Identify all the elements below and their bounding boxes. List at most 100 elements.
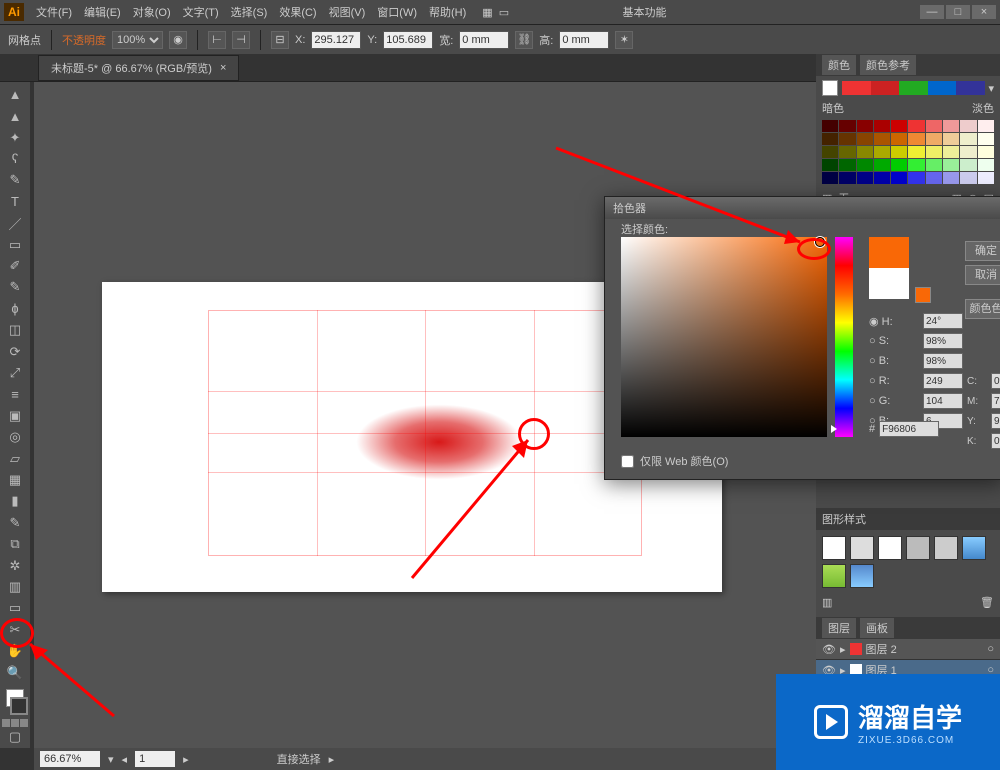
cancel-button[interactable]: 取消: [965, 265, 1000, 285]
menu-effect[interactable]: 效果(C): [273, 4, 322, 20]
styles-lib-icon[interactable]: ▥: [822, 597, 832, 609]
close-button[interactable]: ×: [972, 5, 996, 19]
maximize-button[interactable]: □: [946, 5, 970, 19]
r-input[interactable]: [923, 373, 963, 389]
status-dropdown-icon[interactable]: ▸: [329, 753, 335, 766]
y-input[interactable]: [991, 413, 1000, 429]
r-radio-label[interactable]: ○ R:: [869, 375, 923, 387]
web-only-checkbox[interactable]: [621, 455, 634, 468]
b-radio-label[interactable]: ○ B:: [869, 355, 923, 367]
pencil-tool[interactable]: ✎: [3, 278, 27, 297]
menu-view[interactable]: 视图(V): [323, 4, 372, 20]
rectangle-tool[interactable]: ▭: [3, 235, 27, 254]
x-input[interactable]: [311, 31, 361, 49]
y-input[interactable]: [383, 31, 433, 49]
target-icon[interactable]: ○: [987, 643, 994, 655]
expand-icon[interactable]: ▸: [840, 643, 846, 656]
direct-selection-tool[interactable]: ▲: [3, 106, 27, 125]
k-input[interactable]: [991, 433, 1000, 449]
artboard-tool[interactable]: ▭: [3, 599, 27, 618]
graphic-styles-grid[interactable]: [816, 530, 1000, 594]
type-tool[interactable]: T: [3, 192, 27, 211]
layer-row[interactable]: 👁 ▸ 图层 2 ○: [816, 639, 1000, 660]
column-graph-tool[interactable]: ▥: [3, 577, 27, 596]
color-picker-dialog[interactable]: 拾色器 选择颜色: 确定 取消 颜色色 ◉ H: ○ S: ○ B: ○ R:C…: [604, 196, 1000, 480]
layers-panel-tab[interactable]: 图层: [822, 618, 856, 638]
scale-tool[interactable]: ⤢: [3, 363, 27, 382]
anchor-mode-icon[interactable]: ⊟: [271, 31, 289, 49]
menu-select[interactable]: 选择(S): [225, 4, 274, 20]
menu-help[interactable]: 帮助(H): [423, 4, 472, 20]
width-tool[interactable]: ≡: [3, 385, 27, 404]
eraser-tool[interactable]: ◫: [3, 320, 27, 339]
h-input[interactable]: [923, 313, 963, 329]
mesh-tool[interactable]: ▦: [3, 470, 27, 489]
b-input[interactable]: [923, 353, 963, 369]
arrange-icon[interactable]: ▭: [499, 6, 509, 19]
artboards-panel-tab[interactable]: 画板: [860, 618, 894, 638]
free-transform-tool[interactable]: ▣: [3, 406, 27, 425]
styles-panel-tab[interactable]: 图形样式: [816, 508, 1000, 530]
color-mode-toggles[interactable]: [2, 719, 28, 727]
menu-type[interactable]: 文字(T): [177, 4, 225, 20]
link-wh-icon[interactable]: ⛓: [515, 31, 533, 49]
stroke-swatch[interactable]: [10, 697, 28, 715]
anchor-handle-icon[interactable]: ⊣: [232, 31, 250, 49]
lasso-tool[interactable]: ʕ: [3, 149, 27, 168]
opacity-select[interactable]: 100%: [112, 31, 163, 49]
hand-tool[interactable]: ✋: [3, 642, 27, 661]
zoom-dropdown-icon[interactable]: ▾: [108, 753, 114, 766]
saturation-value-field[interactable]: [621, 237, 827, 437]
hue-slider[interactable]: [835, 237, 853, 437]
hex-input[interactable]: [879, 421, 939, 437]
g-input[interactable]: [923, 393, 963, 409]
layer-name[interactable]: 图层 2: [866, 641, 897, 657]
page-input[interactable]: 1: [135, 751, 175, 767]
menu-file[interactable]: 文件(F): [30, 4, 78, 20]
next-page-icon[interactable]: ▸: [183, 753, 189, 766]
w-input[interactable]: [459, 31, 509, 49]
rotate-tool[interactable]: ⟳: [3, 342, 27, 361]
shape-builder-tool[interactable]: ◎: [3, 428, 27, 447]
minimize-button[interactable]: —: [920, 5, 944, 19]
workspace-switcher[interactable]: 基本功能: [623, 4, 667, 20]
menu-object[interactable]: 对象(O): [127, 4, 177, 20]
h-radio-label[interactable]: ◉ H:: [869, 315, 923, 328]
guide-base-swatch[interactable]: [822, 80, 838, 96]
h-input[interactable]: [559, 31, 609, 49]
anchor-convert-icon[interactable]: ⊢: [208, 31, 226, 49]
perspective-tool[interactable]: ▱: [3, 449, 27, 468]
pen-tool[interactable]: ✎: [3, 171, 27, 190]
color-panel-tab[interactable]: 颜色: [822, 55, 856, 75]
styles-trash-icon[interactable]: 🗑: [980, 596, 994, 609]
m-input[interactable]: [991, 393, 1000, 409]
harmony-dropdown-icon[interactable]: ▾: [988, 82, 994, 95]
zoom-tool[interactable]: 🔍: [3, 663, 27, 682]
slice-tool[interactable]: ✂: [3, 620, 27, 639]
paintbrush-tool[interactable]: ✐: [3, 256, 27, 275]
magic-wand-tool[interactable]: ✦: [3, 128, 27, 147]
blend-tool[interactable]: ⧉: [3, 535, 27, 554]
zoom-level-input[interactable]: 66.67%: [40, 751, 100, 767]
color-guide-grid[interactable]: [822, 120, 994, 184]
color-guide-tab[interactable]: 颜色参考: [860, 55, 916, 75]
menu-window[interactable]: 窗口(W): [371, 4, 423, 20]
selection-tool[interactable]: ▲: [3, 85, 27, 104]
gradient-tool[interactable]: ▮: [3, 492, 27, 511]
ok-button[interactable]: 确定: [965, 241, 1000, 261]
s-input[interactable]: [923, 333, 963, 349]
document-tab[interactable]: 未标题-5* @ 66.67% (RGB/预览) ×: [38, 55, 239, 81]
tab-close-icon[interactable]: ×: [220, 62, 226, 74]
visibility-icon[interactable]: 👁: [822, 643, 836, 656]
s-radio-label[interactable]: ○ S:: [869, 335, 923, 347]
symbol-sprayer-tool[interactable]: ✲: [3, 556, 27, 575]
recolor-icon[interactable]: ◉: [169, 31, 187, 49]
line-tool[interactable]: ／: [3, 213, 27, 232]
bridge-icon[interactable]: ▦: [482, 6, 492, 19]
blob-brush-tool[interactable]: ɸ: [3, 299, 27, 318]
screen-mode-tool[interactable]: ▢: [3, 728, 27, 747]
isolate-icon[interactable]: ✶: [615, 31, 633, 49]
eyedropper-tool[interactable]: ✎: [3, 513, 27, 532]
g-radio-label[interactable]: ○ G:: [869, 395, 923, 407]
c-input[interactable]: [991, 373, 1000, 389]
